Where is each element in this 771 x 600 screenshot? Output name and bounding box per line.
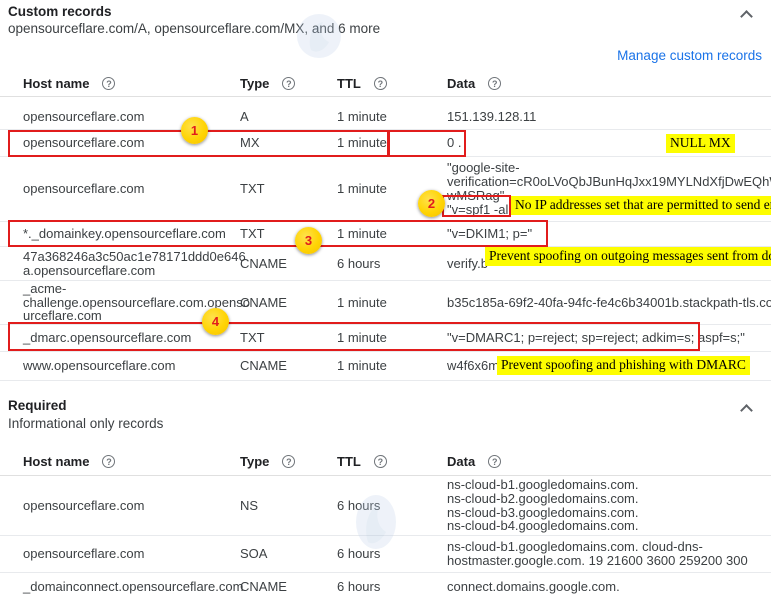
table-row: _acme-challenge.opensourceflare.com.open… [0,281,771,325]
cell-host-name: opensourceflare.com [23,476,233,535]
cell-host-name: _acme-challenge.opensourceflare.com.open… [23,281,233,324]
cell-host-name: _domainconnect.opensourceflare.com [23,573,233,600]
help-icon[interactable]: ? [488,455,501,468]
cell-data: w4f6x6m5.stackp [447,352,767,380]
cell-host-name: opensourceflare.com [23,104,233,129]
column-label: Data [447,76,475,91]
cell-ttl: 1 minute [337,325,441,351]
cell-data: "v=DKIM1; p=" [447,222,767,246]
table-row: *._domainkey.opensourceflare.com TXT 1 min… [0,222,771,247]
column-header-data: Data? [447,71,767,96]
help-icon[interactable]: ? [374,77,387,90]
table-row: opensourceflare.com A 1 minute151.139.128.… [0,104,771,130]
manage-custom-records-link[interactable]: Manage custom records [617,48,762,63]
cell-type: A [240,104,330,129]
table-row: opensourceflare.comNS6 hoursns-cloud-b1.… [0,476,771,536]
cell-type: SOA [240,536,330,572]
cell-host-name: _dmarc.opensourceflare.com [23,325,233,351]
cell-type: TXT [240,222,330,246]
cell-ttl: 1 minute [337,352,441,380]
cell-data: ns-cloud-b1.googledomains.com. cloud-dns… [447,536,767,572]
table-row: _dmarc.opensourceflare.com TXT 1 minute"v=… [0,325,771,352]
cell-ttl: 1 minute [337,281,441,324]
table-row: www.opensourceflare.comCNAME1 minutew4f6… [0,352,771,381]
cell-type: NS [240,476,330,535]
cell-ttl: 1 minute [337,157,441,221]
table-row: opensourceflare.comTXT1 minute"google-si… [0,157,771,222]
column-header-ttl: TTL? [337,448,441,475]
cell-ttl: 1 minute [337,130,441,156]
column-label: Data [447,454,475,469]
collapse-required-button[interactable] [737,397,759,419]
required-subtitle: Informational only records [8,416,163,431]
cell-host-name: *._domainkey.opensourceflare.com [23,222,233,246]
column-header-ttl: TTL? [337,71,441,96]
column-label: Host name [23,454,89,469]
column-header-type: Type? [240,448,330,475]
cell-type: TXT [240,157,330,221]
cell-ttl: 6 hours [337,573,441,600]
cell-ttl: 1 minute [337,222,441,246]
column-header-host-name: Host name? [23,71,233,96]
cell-ttl: 1 minute [337,104,441,129]
cell-data: 151.139.128.11 [447,104,767,129]
custom-records-subtitle: opensourceflare.com/A, opensourceflare.c… [8,21,380,36]
cell-data: ns-cloud-b1.googledomains.com.ns-cloud-b… [447,476,767,535]
cell-data: connect.domains.google.com. [447,573,767,600]
table-row: _domainconnect.opensourceflare.com CNAME 6… [0,573,771,600]
cell-host-name: opensourceflare.com [23,130,233,156]
column-label: TTL [337,76,361,91]
table-row: 47a368246a3c50ac1e78171ddd0e646a.opensou… [0,247,771,281]
cell-ttl: 6 hours [337,476,441,535]
column-header-host-name: Host name? [23,448,233,475]
help-icon[interactable]: ? [282,455,295,468]
column-label: TTL [337,454,361,469]
chevron-up-icon [740,404,753,417]
column-label: Host name [23,76,89,91]
cell-host-name: www.opensourceflare.com [23,352,233,380]
cell-type: CNAME [240,352,330,380]
dns-records-page: Custom records opensourceflare.com/A, op… [0,0,771,600]
cell-data: verify.b [447,247,767,280]
help-icon[interactable]: ? [374,455,387,468]
cell-data: b35c185a-69f2-40fa-94fc-fe4c6b34001b.sta… [447,281,767,324]
help-icon[interactable]: ? [282,77,295,90]
help-icon[interactable]: ? [488,77,501,90]
column-header-data: Data? [447,448,767,475]
cell-data: "google-site-verification=cR0oLVoQbJBunH… [447,157,767,221]
cell-type: TXT [240,325,330,351]
cell-data: "v=DMARC1; p=reject; sp=reject; adkim=s;… [447,325,767,351]
cell-ttl: 6 hours [337,536,441,572]
cell-type: CNAME [240,573,330,600]
custom-records-title: Custom records [8,4,112,19]
table-row: opensourceflare.com MX 1 minute0 . [0,130,771,157]
help-icon[interactable]: ? [102,455,115,468]
cell-type: CNAME [240,247,330,280]
cell-type: MX [240,130,330,156]
table-row: opensourceflare.comSOA6 hoursns-cloud-b1… [0,536,771,573]
column-header-type: Type? [240,71,330,96]
cell-host-name: opensourceflare.com [23,536,233,572]
cell-host-name: opensourceflare.com [23,157,233,221]
chevron-up-icon [740,10,753,23]
cell-ttl: 6 hours [337,247,441,280]
help-icon[interactable]: ? [102,77,115,90]
required-title: Required [8,398,67,413]
collapse-custom-button[interactable] [737,3,759,25]
column-label: Type [240,454,269,469]
column-label: Type [240,76,269,91]
watermark-logo [293,12,345,60]
cell-host-name: 47a368246a3c50ac1e78171ddd0e646a.opensou… [23,247,233,280]
cell-type: CNAME [240,281,330,324]
cell-data: 0 . [447,130,767,156]
